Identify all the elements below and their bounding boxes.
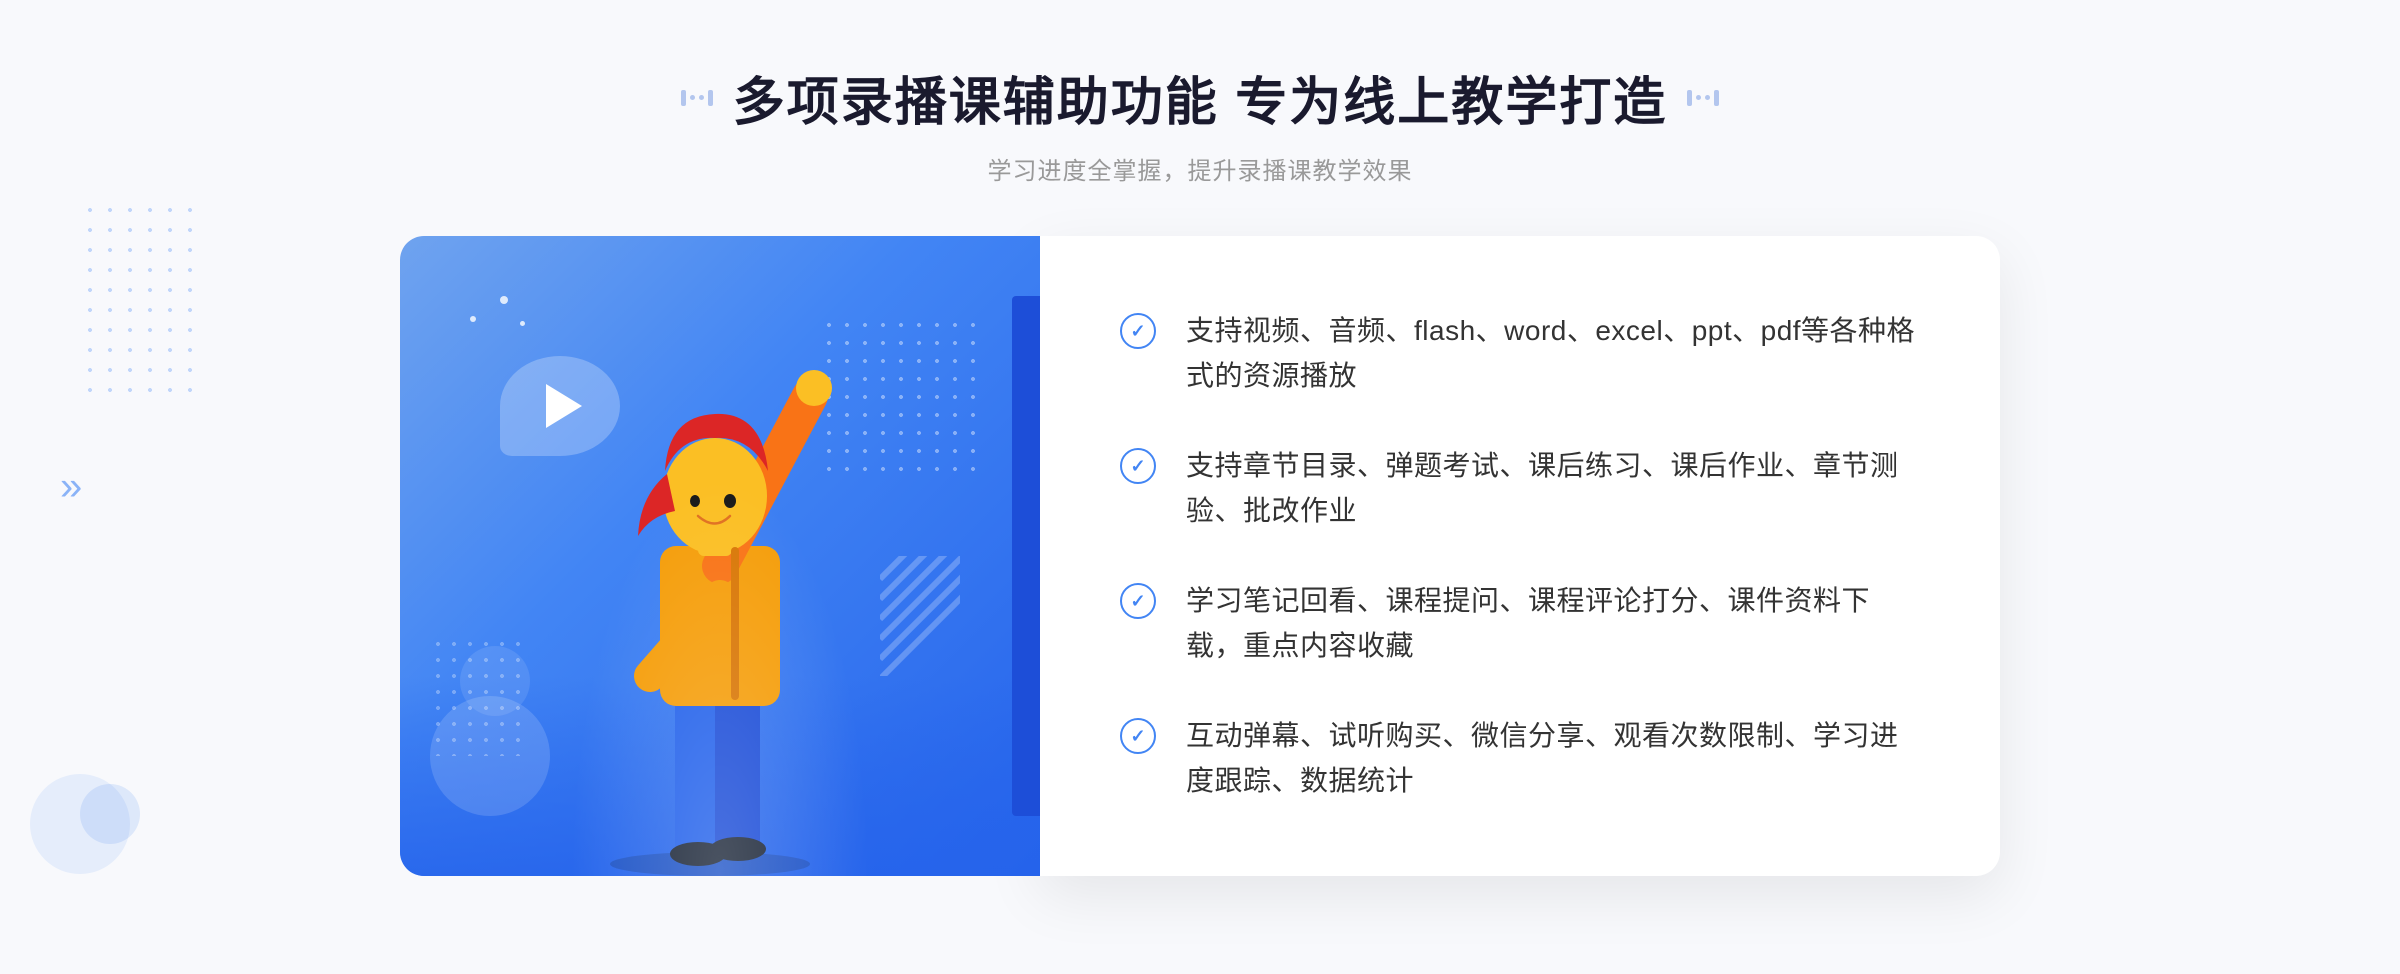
title-wrapper: 多项录播课辅助功能 专为线上教学打造: [681, 60, 1719, 135]
main-title: 多项录播课辅助功能 专为线上教学打造: [733, 60, 1667, 135]
sub-title: 学习进度全掌握，提升录播课教学效果: [681, 151, 1719, 186]
illustration-card: [400, 236, 1040, 876]
check-icon-4: ✓: [1120, 718, 1156, 754]
feature-item-4: ✓ 互动弹幕、试听购买、微信分享、观看次数限制、学习进度跟踪、数据统计: [1120, 714, 1920, 804]
bg-circle-2: [80, 784, 140, 844]
check-icon-2: ✓: [1120, 448, 1156, 484]
person-illustration: [520, 316, 900, 876]
feature-text-2: 支持章节目录、弹题考试、课后练习、课后作业、章节测验、批改作业: [1186, 444, 1920, 534]
content-area: ✓ 支持视频、音频、flash、word、excel、ppt、pdf等各种格式的…: [400, 236, 2000, 876]
feature-item-2: ✓ 支持章节目录、弹题考试、课后练习、课后作业、章节测验、批改作业: [1120, 444, 1920, 534]
title-decorator-right: [1687, 90, 1719, 106]
page-container: » 多项录播课辅助功能 专为线上教学打造 学习进度全掌握，提升录播课教学效果: [0, 0, 2400, 974]
feature-text-4: 互动弹幕、试听购买、微信分享、观看次数限制、学习进度跟踪、数据统计: [1186, 714, 1920, 804]
feature-text-1: 支持视频、音频、flash、word、excel、ppt、pdf等各种格式的资源…: [1186, 309, 1920, 399]
check-mark-1: ✓: [1130, 322, 1145, 340]
check-icon-1: ✓: [1120, 313, 1156, 349]
check-icon-3: ✓: [1120, 583, 1156, 619]
feature-item-3: ✓ 学习笔记回看、课程提问、课程评论打分、课件资料下载，重点内容收藏: [1120, 579, 1920, 669]
features-card: ✓ 支持视频、音频、flash、word、excel、ppt、pdf等各种格式的…: [1040, 236, 2000, 876]
bg-dots-decoration: [80, 200, 200, 400]
left-arrow-decoration: »: [60, 465, 82, 510]
check-mark-3: ✓: [1130, 592, 1145, 610]
feature-text-3: 学习笔记回看、课程提问、课程评论打分、课件资料下载，重点内容收藏: [1186, 579, 1920, 669]
title-decorator-left: [681, 90, 713, 106]
header-section: 多项录播课辅助功能 专为线上教学打造 学习进度全掌握，提升录播课教学效果: [681, 60, 1719, 186]
feature-item-1: ✓ 支持视频、音频、flash、word、excel、ppt、pdf等各种格式的…: [1120, 309, 1920, 399]
check-mark-2: ✓: [1130, 457, 1145, 475]
vertical-bar: [1012, 296, 1040, 816]
check-mark-4: ✓: [1130, 727, 1145, 745]
